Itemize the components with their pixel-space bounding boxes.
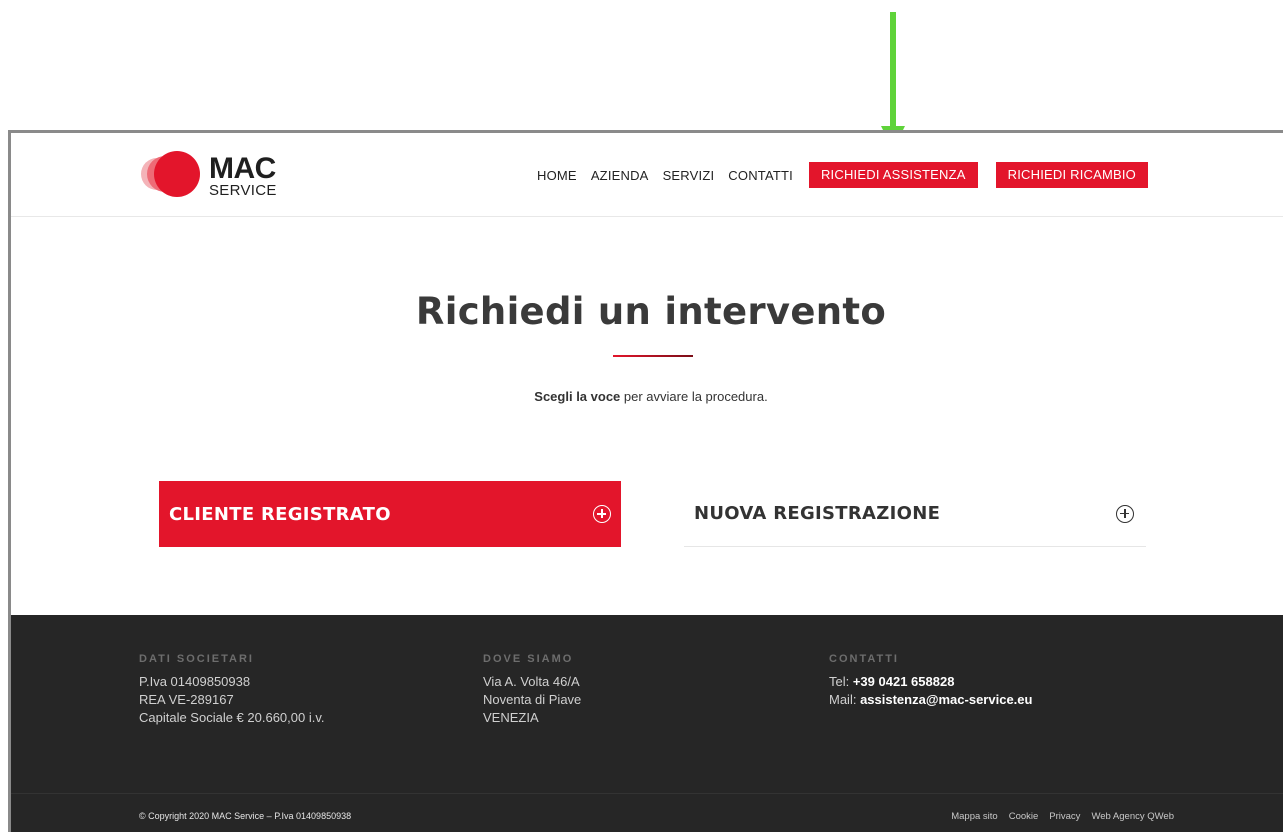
site-header: MAC SERVICE HOME AZIENDA SERVIZI CONTATT… <box>11 133 1283 217</box>
screenshot: MAC SERVICE HOME AZIENDA SERVIZI CONTATT… <box>0 0 1283 832</box>
nav-home[interactable]: HOME <box>537 168 577 183</box>
footer-piva: P.Iva 01409850938 <box>139 674 251 689</box>
browser-viewport: MAC SERVICE HOME AZIENDA SERVIZI CONTATT… <box>8 130 1283 832</box>
logo-circles-icon <box>141 151 200 197</box>
main-nav: HOME AZIENDA SERVIZI CONTATTI RICHIEDI A… <box>537 162 1148 188</box>
richiedi-assistenza-button[interactable]: RICHIEDI ASSISTENZA <box>808 162 978 188</box>
nav-azienda[interactable]: AZIENDA <box>591 168 649 183</box>
plus-circle-icon[interactable] <box>1116 504 1134 523</box>
mac-service-logo[interactable]: MAC SERVICE <box>139 149 319 201</box>
footer-contatti: CONTATTI Tel: +39 0421 658828 Mail: assi… <box>829 653 1032 709</box>
footer-dati-societari: DATI SOCIETARI P.Iva 01409850938 REA VE-… <box>139 653 325 727</box>
tel-link[interactable]: +39 0421 658828 <box>853 674 955 689</box>
footer-address-town: Noventa di Piave <box>483 692 582 707</box>
footer-tel: Tel: +39 0421 658828 <box>829 673 1032 691</box>
footer-heading: CONTATTI <box>829 653 899 665</box>
accordion-nuova-registrazione[interactable]: NUOVA REGISTRAZIONE <box>684 481 1146 547</box>
link-mappa-sito[interactable]: Mappa sito <box>951 811 997 822</box>
link-privacy[interactable]: Privacy <box>1049 811 1080 822</box>
title-divider <box>613 355 693 357</box>
subtitle-emphasis: Scegli la voce <box>534 389 621 404</box>
footer-heading: DOVE SIAMO <box>483 653 574 665</box>
tel-label: Tel: <box>829 674 853 689</box>
logo-word-service: SERVICE <box>209 182 277 199</box>
footer-address-street: Via A. Volta 46/A <box>483 674 580 689</box>
footer-heading: DATI SOCIETARI <box>139 653 254 665</box>
subtitle-text: per avviare la procedura. <box>620 389 768 404</box>
logo-word-mac: MAC <box>209 152 276 185</box>
link-web-agency[interactable]: Web Agency QWeb <box>1091 811 1174 822</box>
footer-mail: Mail: assistenza@mac-service.eu <box>829 691 1032 709</box>
accordion-title: NUOVA REGISTRAZIONE <box>694 503 941 524</box>
footer-capitale: Capitale Sociale € 20.660,00 i.v. <box>139 710 325 725</box>
mail-link[interactable]: assistenza@mac-service.eu <box>860 692 1032 707</box>
mail-label: Mail: <box>829 692 861 707</box>
footer-rea: REA VE-289167 <box>139 692 234 707</box>
accordion-cliente-registrato[interactable]: CLIENTE REGISTRATO <box>159 481 621 547</box>
nav-servizi[interactable]: SERVIZI <box>663 168 715 183</box>
copyright-text: © Copyright 2020 MAC Service – P.Iva 014… <box>139 811 352 821</box>
footer-address-province: VENEZIA <box>483 710 539 725</box>
richiedi-ricambio-button[interactable]: RICHIEDI RICAMBIO <box>995 162 1148 188</box>
footer-dove-siamo: DOVE SIAMO Via A. Volta 46/A Noventa di … <box>483 653 581 727</box>
link-cookie[interactable]: Cookie <box>1009 811 1039 822</box>
footer-links: Mappa sito Cookie Privacy Web Agency QWe… <box>940 811 1174 822</box>
plus-circle-icon[interactable] <box>593 505 611 523</box>
accordion-title: CLIENTE REGISTRATO <box>169 503 391 525</box>
page-title: Richiedi un intervento <box>415 290 887 333</box>
arrow-shaft <box>890 12 896 128</box>
site-footer: DATI SOCIETARI P.Iva 01409850938 REA VE-… <box>11 615 1283 832</box>
nav-contatti[interactable]: CONTATTI <box>728 168 793 183</box>
page-subtitle: Scegli la voce per avviare la procedura. <box>11 389 1283 404</box>
footer-bottom-bar: © Copyright 2020 MAC Service – P.Iva 014… <box>11 793 1283 832</box>
